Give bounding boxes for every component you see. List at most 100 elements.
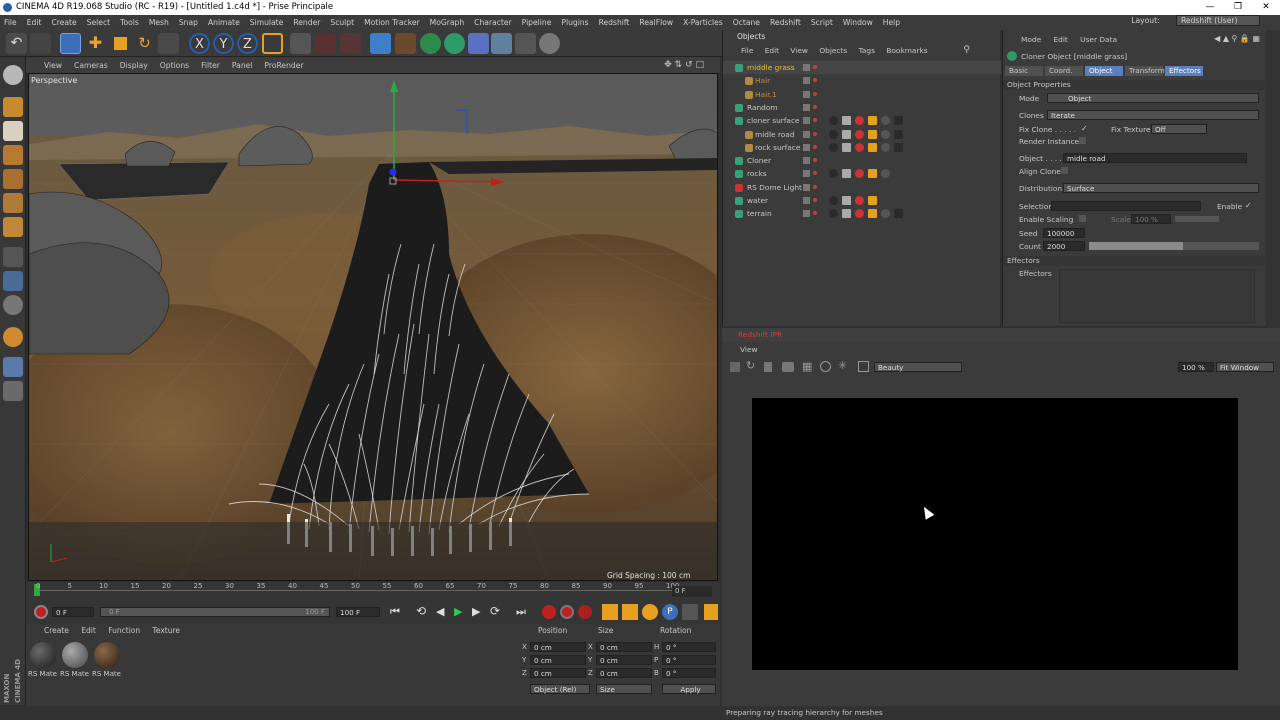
render-instances-checkbox[interactable] <box>1079 137 1086 144</box>
distribution-dropdown[interactable]: Surface <box>1063 183 1259 193</box>
fix-texture-dropdown[interactable]: Off <box>1151 124 1207 134</box>
object-name[interactable]: terrain <box>747 207 772 220</box>
rotation-p-field[interactable]: 0 ° <box>662 655 716 665</box>
object-name[interactable]: Random <box>747 101 778 114</box>
scale-tool-icon[interactable] <box>110 33 131 54</box>
ipr-grid-icon[interactable]: ▦ <box>802 360 812 373</box>
mode-dropdown[interactable]: Object <box>1047 93 1259 103</box>
cloner-icon[interactable] <box>444 33 465 54</box>
coordinate-system-icon[interactable] <box>262 33 283 54</box>
menu-redshift-2[interactable]: Redshift <box>770 18 801 27</box>
keyframe-selection-icon[interactable] <box>578 605 592 619</box>
viewport-menu-display[interactable]: Display <box>120 61 148 70</box>
visibility-toggle-icon[interactable] <box>803 64 810 71</box>
floor-icon[interactable] <box>491 33 512 54</box>
viewport-menu-view[interactable]: View <box>44 61 62 70</box>
undo-icon[interactable]: ↶ <box>6 33 27 54</box>
visibility-toggle-icon[interactable] <box>803 170 810 178</box>
cube-icon[interactable] <box>370 33 391 54</box>
rotation-key-icon[interactable] <box>642 604 658 620</box>
tab-transform[interactable]: Transform <box>1125 66 1165 76</box>
object-tree-item[interactable]: rock surface <box>723 141 1001 154</box>
goto-end-icon[interactable]: ⏭ <box>516 605 526 619</box>
rotation-b-field[interactable]: 0 ° <box>662 668 716 678</box>
layer-dot-icon[interactable] <box>813 158 817 163</box>
fit-dropdown[interactable]: Fit Window <box>1216 362 1274 372</box>
apply-button[interactable]: Apply <box>662 684 716 694</box>
object-tree-item[interactable]: Random <box>723 101 1001 114</box>
object-tree-item[interactable]: rocks <box>723 167 1001 180</box>
attr-menu-mode[interactable]: Mode <box>1021 35 1041 44</box>
prev-key-icon[interactable]: ⟲ <box>416 604 426 618</box>
size-x-field[interactable]: 0 cm <box>596 642 652 652</box>
layer-dot-icon[interactable] <box>813 144 817 149</box>
material-tag-icon[interactable] <box>842 142 851 152</box>
menu-window[interactable]: Window <box>843 18 873 27</box>
render-settings-icon[interactable] <box>340 33 361 54</box>
menu-help[interactable]: Help <box>883 18 900 27</box>
rotate-tool-icon[interactable]: ↻ <box>134 33 155 54</box>
record-icon[interactable] <box>34 605 48 619</box>
y-axis-icon[interactable]: Y <box>213 33 234 54</box>
texture-mode-icon[interactable] <box>3 121 23 141</box>
ipr-lock-icon[interactable] <box>764 362 772 372</box>
make-editable-icon[interactable] <box>3 65 23 85</box>
mat-menu-texture[interactable]: Texture <box>153 626 180 635</box>
size-z-field[interactable]: 0 cm <box>596 668 652 678</box>
viewport-menu-panel[interactable]: Panel <box>232 61 253 70</box>
pen-icon[interactable] <box>395 33 416 54</box>
obj-menu-view[interactable]: View <box>790 46 808 55</box>
menu-tools[interactable]: Tools <box>120 18 139 27</box>
material-tag-icon[interactable] <box>894 142 903 152</box>
align-clone-checkbox[interactable] <box>1061 167 1068 174</box>
menu-mesh[interactable]: Mesh <box>149 18 169 27</box>
layer-dot-icon[interactable] <box>813 118 817 123</box>
planar-workplane-icon[interactable] <box>3 381 23 401</box>
size-mode-dropdown[interactable]: Size <box>596 684 652 694</box>
menu-x-particles[interactable]: X-Particles <box>683 18 723 27</box>
redo-icon[interactable] <box>30 33 51 54</box>
start-frame-field[interactable]: 0 F <box>52 607 94 617</box>
material-tag-icon[interactable] <box>842 209 851 219</box>
size-y-field[interactable]: 0 cm <box>596 655 652 665</box>
material-tag-icon[interactable] <box>868 169 877 179</box>
layer-dot-icon[interactable] <box>813 198 817 202</box>
material-tag-icon[interactable] <box>868 116 877 126</box>
coord-mode-dropdown[interactable]: Object (Rel) <box>530 684 590 694</box>
enable-scaling-checkbox[interactable] <box>1079 215 1086 222</box>
visibility-toggle-icon[interactable] <box>803 197 810 204</box>
sculpt-icon[interactable] <box>3 327 23 347</box>
z-axis-icon[interactable]: Z <box>237 33 258 54</box>
menu-simulate[interactable]: Simulate <box>250 18 284 27</box>
tab-basic[interactable]: Basic <box>1005 66 1043 76</box>
layer-dot-icon[interactable] <box>813 171 817 176</box>
mat-menu-function[interactable]: Function <box>108 626 140 635</box>
lock-workplane-icon[interactable] <box>3 357 23 377</box>
material-tag-icon[interactable] <box>842 116 851 126</box>
attr-menu-edit[interactable]: Edit <box>1054 35 1068 44</box>
ipr-focus-icon[interactable] <box>820 361 831 372</box>
object-tree-item[interactable]: cloner surface <box>723 114 1001 127</box>
current-frame-field[interactable]: 0 F <box>672 586 712 597</box>
layer-dot-icon[interactable] <box>813 104 817 109</box>
material-tag-icon[interactable] <box>829 196 838 205</box>
play-icon[interactable]: ▶ <box>454 605 462 618</box>
live-select-icon[interactable] <box>158 33 179 54</box>
object-search-icon[interactable]: ⚲ <box>963 45 970 55</box>
ipr-refresh-icon[interactable]: ↻ <box>746 359 755 372</box>
menu-motion-tracker[interactable]: Motion Tracker <box>364 18 420 27</box>
close-icon[interactable]: ✕ <box>1252 0 1280 15</box>
range-slider[interactable]: 0 F 100 F <box>100 607 330 617</box>
enable-checkbox[interactable]: ✓ <box>1245 201 1252 210</box>
material-tag-icon[interactable] <box>894 209 903 219</box>
visibility-toggle-icon[interactable] <box>803 117 810 125</box>
material-tag-icon[interactable] <box>881 129 890 139</box>
object-name[interactable]: midle road <box>755 128 795 141</box>
layout-selector[interactable]: Layout: Redshift (User) <box>1131 15 1270 26</box>
material-tag-icon[interactable] <box>868 129 877 139</box>
menu-realflow[interactable]: RealFlow <box>639 18 673 27</box>
viewport-menu-options[interactable]: Options <box>160 61 189 70</box>
object-tree-item[interactable]: middle grass <box>723 61 1001 74</box>
menu-redshift[interactable]: Redshift <box>599 18 630 27</box>
obj-menu-objects[interactable]: Objects <box>819 46 847 55</box>
